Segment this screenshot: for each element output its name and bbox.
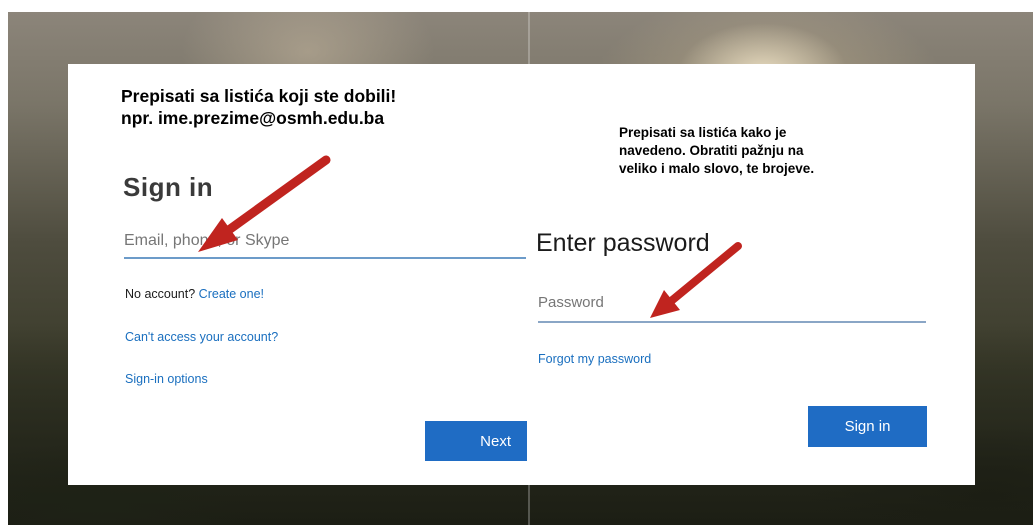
signin-options-link[interactable]: Sign-in options xyxy=(125,372,208,386)
no-account-text: No account? xyxy=(125,287,196,301)
no-account-line: No account? Create one! xyxy=(125,287,264,301)
signin-button[interactable]: Sign in xyxy=(808,406,927,447)
password-field[interactable] xyxy=(538,290,924,314)
create-account-link[interactable]: Create one! xyxy=(199,287,264,301)
signin-title: Sign in xyxy=(123,172,214,202)
email-field[interactable] xyxy=(124,228,524,254)
cant-access-link[interactable]: Can't access your account? xyxy=(125,330,278,344)
instruction-note-password: Prepisati sa listića kako je navedeno. O… xyxy=(619,125,815,176)
enter-password-title: Enter password xyxy=(536,229,710,257)
next-button[interactable]: Next xyxy=(425,421,527,461)
email-field-underline xyxy=(124,257,526,259)
password-field-underline xyxy=(538,321,926,323)
forgot-password-link[interactable]: Forgot my password xyxy=(538,352,651,366)
instruction-note-email: Prepisati sa listića koji ste dobili! np… xyxy=(121,86,397,128)
